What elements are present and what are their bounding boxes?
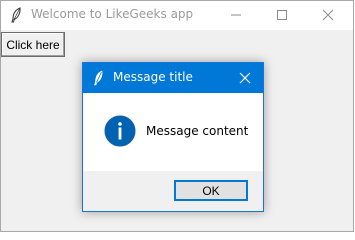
dialog-body: Message content — [83, 93, 263, 171]
maximize-button[interactable] — [259, 1, 305, 30]
message-dialog: Message title Message content OK — [82, 62, 264, 212]
click-here-button[interactable]: Click here — [1, 32, 65, 57]
close-icon — [239, 69, 251, 88]
dialog-titlebar[interactable]: Message title — [83, 63, 263, 93]
feather-icon — [92, 70, 104, 86]
close-icon — [322, 6, 334, 25]
window-title: Welcome to LikeGeeks app — [31, 7, 194, 21]
minimize-icon — [230, 6, 242, 25]
ok-button[interactable]: OK — [174, 180, 248, 201]
dialog-message: Message content — [146, 124, 249, 138]
dialog-footer: OK — [83, 171, 263, 211]
info-icon — [104, 115, 136, 147]
close-button[interactable] — [305, 1, 351, 30]
window-titlebar[interactable]: Welcome to LikeGeeks app — [1, 1, 353, 30]
maximize-icon — [276, 6, 288, 25]
feather-icon — [9, 7, 23, 23]
dialog-title: Message title — [113, 70, 193, 84]
minimize-button[interactable] — [213, 1, 259, 30]
dialog-close-button[interactable] — [233, 67, 257, 89]
